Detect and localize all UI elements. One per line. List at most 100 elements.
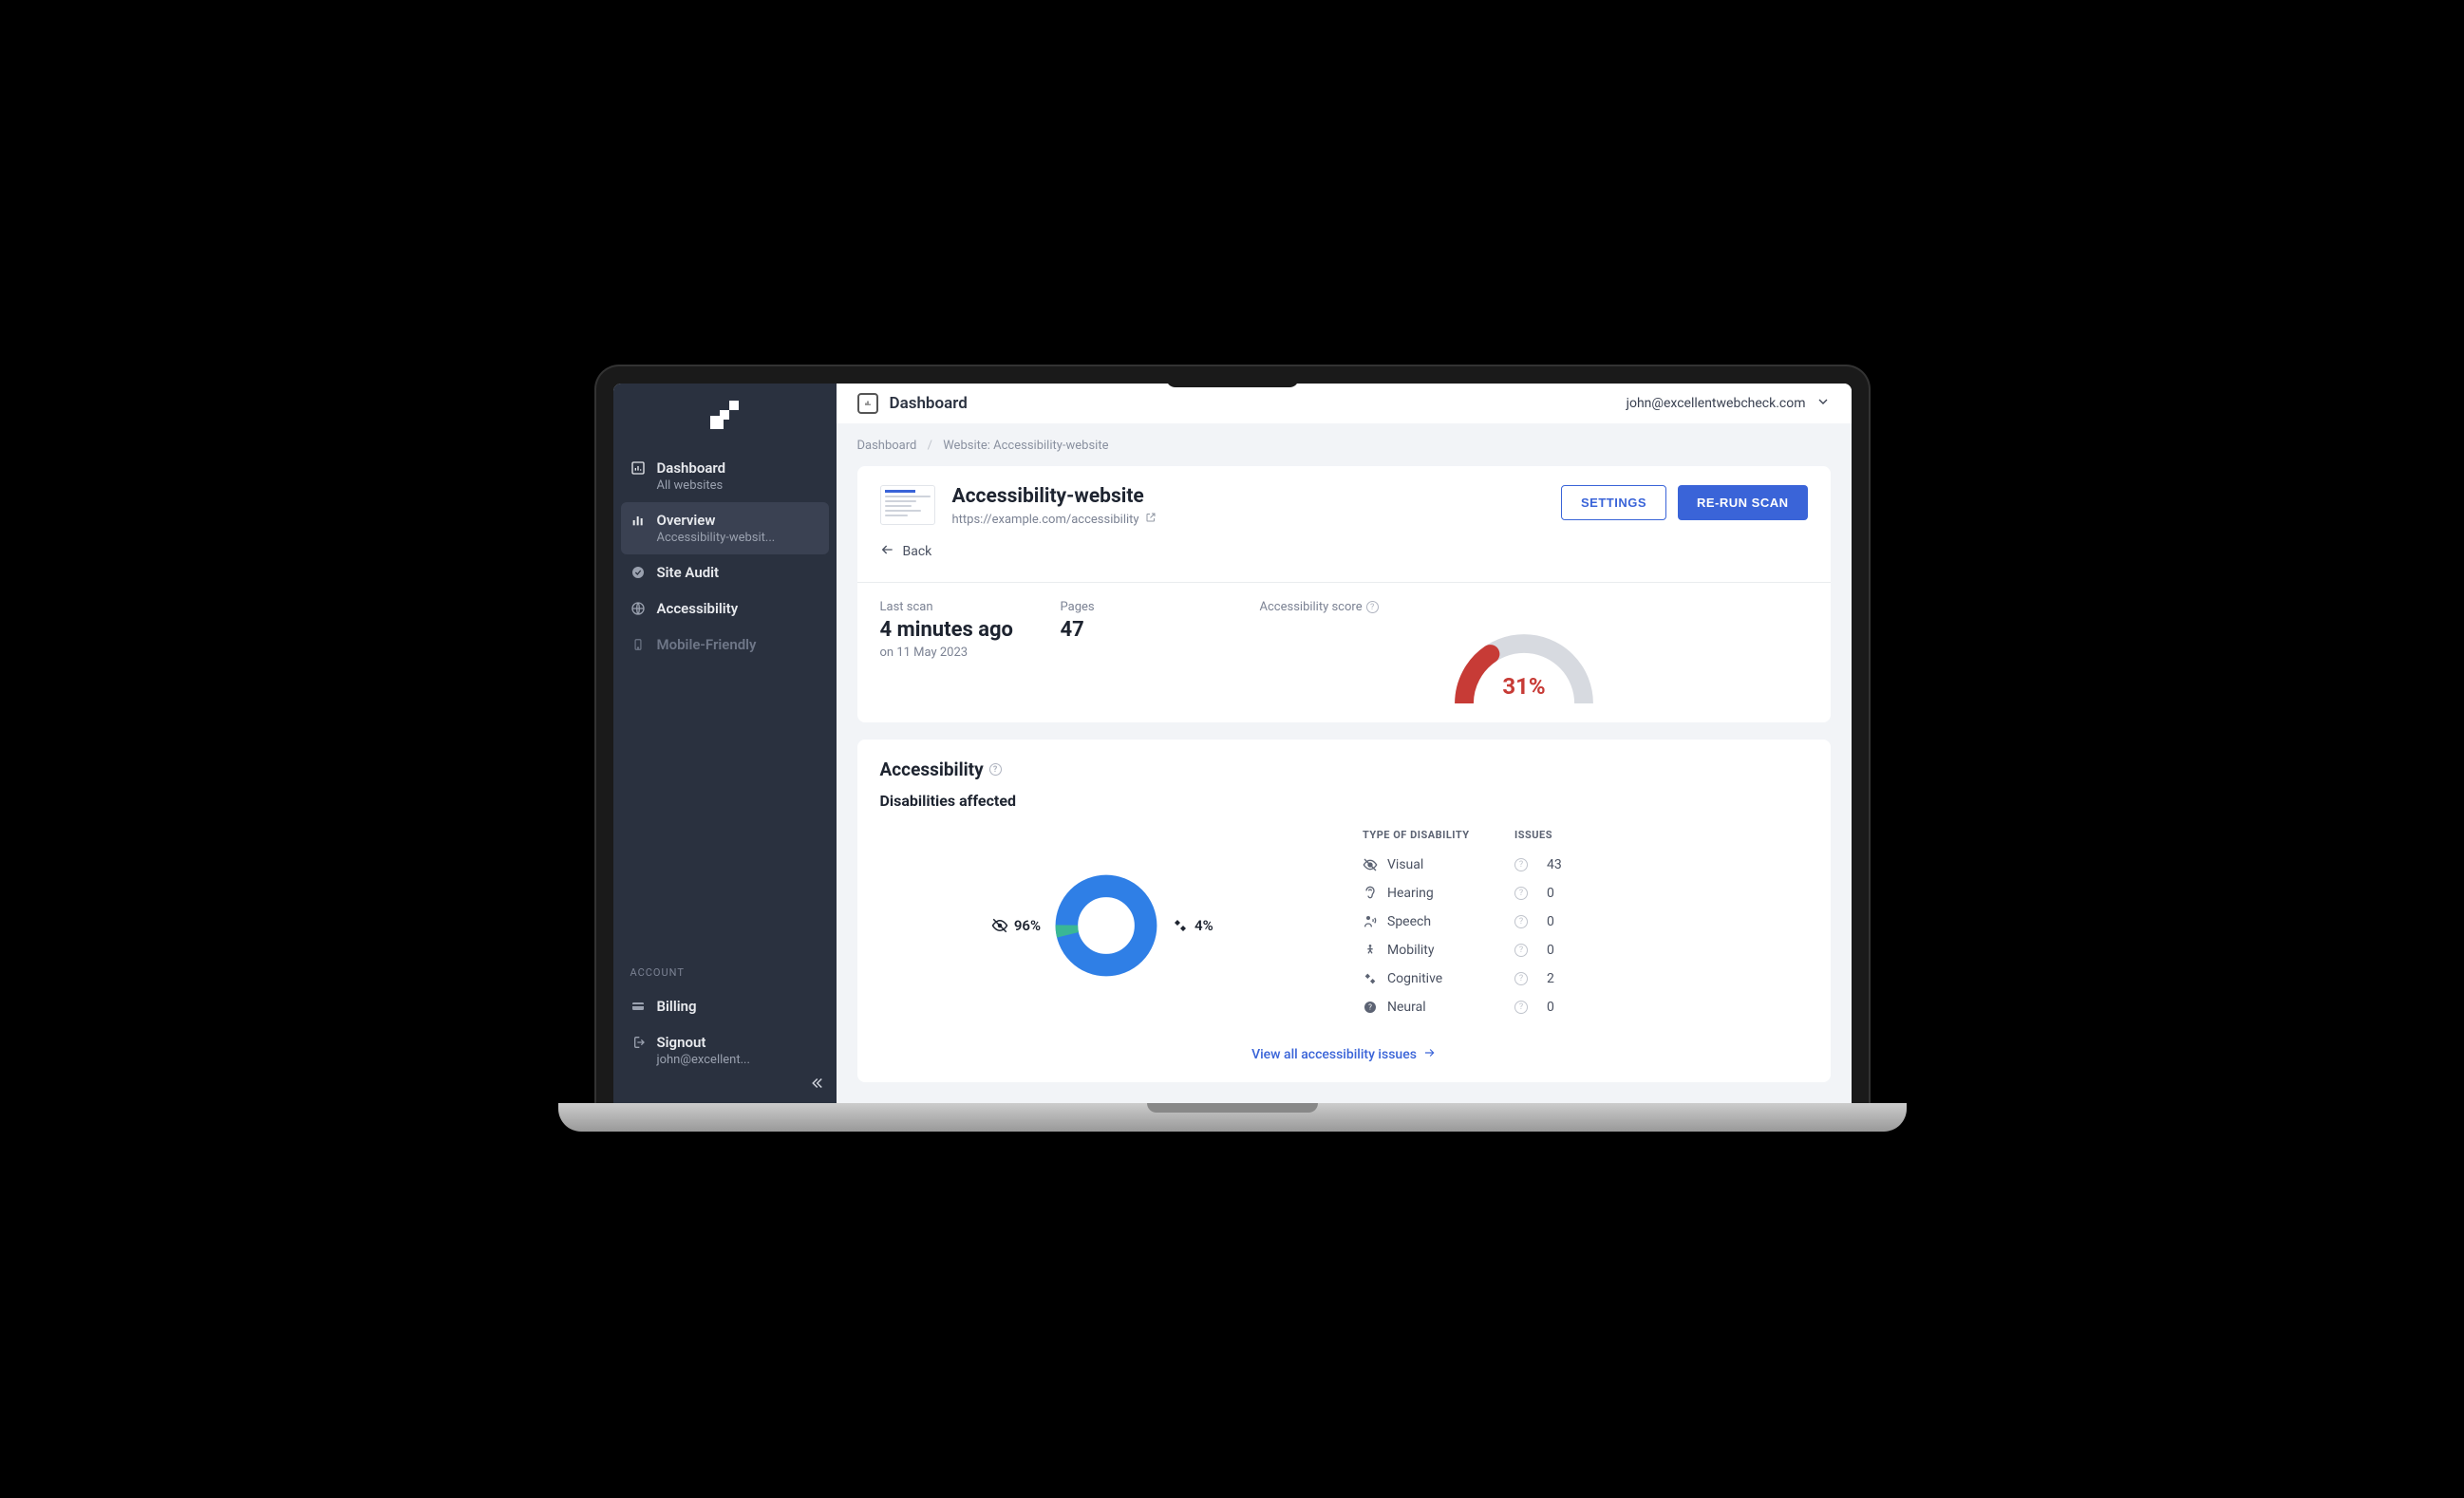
disabilities-subtitle: Disabilities affected (880, 792, 1808, 810)
disability-label: Speech (1387, 914, 1431, 929)
visual-icon (991, 917, 1008, 934)
sidebar-sublabel: All websites (657, 478, 819, 493)
dashboard-icon (630, 460, 646, 476)
disability-icon (1363, 857, 1378, 872)
back-link[interactable]: Back (880, 542, 1808, 565)
help-icon[interactable]: ? (1514, 1001, 1528, 1014)
issues-count: 0 (1547, 914, 1613, 929)
disability-icon (1363, 886, 1378, 901)
site-thumbnail (880, 485, 935, 525)
app-logo (613, 384, 837, 450)
last-scan-date: on 11 May 2023 (880, 646, 1023, 660)
score-value: 31% (1439, 673, 1609, 700)
sidebar-item-signout[interactable]: Signout john@excellent... (613, 1024, 837, 1105)
disability-label: Visual (1387, 857, 1423, 872)
help-icon[interactable]: ? (1514, 944, 1528, 957)
sidebar-label: Billing (657, 998, 697, 1015)
main-content: Dashboard john@excellentwebcheck.com Das… (837, 384, 1852, 1105)
external-link-icon[interactable] (1145, 512, 1157, 527)
view-all-issues-link[interactable]: View all accessibility issues (1251, 1046, 1436, 1063)
signout-icon (630, 1035, 646, 1050)
score-label: Accessibility score (1260, 600, 1363, 614)
donut-secondary-label: 4% (1194, 917, 1213, 934)
settings-button[interactable]: SETTINGS (1561, 485, 1666, 520)
table-row: Mobility? 0 (1363, 936, 1808, 964)
last-scan-label: Last scan (880, 600, 1023, 614)
table-row: Speech? 0 (1363, 908, 1808, 936)
user-menu[interactable]: john@excellentwebcheck.com (1627, 394, 1831, 413)
disability-label: Hearing (1387, 886, 1434, 901)
table-row: Cognitive?2 (1363, 964, 1808, 993)
disability-label: Neural (1387, 1000, 1426, 1015)
svg-text:?: ? (1368, 1003, 1372, 1012)
issues-count: 0 (1547, 1000, 1613, 1015)
back-label: Back (903, 544, 932, 559)
site-url[interactable]: https://example.com/accessibility (952, 513, 1139, 527)
help-icon[interactable]: ? (1514, 915, 1528, 928)
collapse-sidebar-button[interactable] (808, 1075, 825, 1095)
table-head-issues: ISSUES (1514, 829, 1581, 841)
last-scan-value: 4 minutes ago (880, 618, 1023, 642)
chart-bar-icon (630, 513, 646, 528)
check-circle-icon (630, 565, 646, 580)
pages-label: Pages (1061, 600, 1203, 614)
topbar: Dashboard john@excellentwebcheck.com (837, 384, 1852, 423)
table-row: ? Neural? 0 (1363, 993, 1808, 1021)
donut-primary-label: 96% (1014, 917, 1041, 934)
credit-card-icon (630, 999, 646, 1014)
sidebar-label: Overview (657, 512, 716, 529)
disability-icon (1363, 914, 1378, 929)
disability-label: Mobility (1387, 943, 1435, 958)
donut-chart (1054, 873, 1158, 978)
disability-icon (1363, 943, 1378, 958)
arrow-right-icon (1422, 1046, 1436, 1063)
help-icon[interactable]: ? (1514, 887, 1528, 900)
breadcrumb: Dashboard / Website: Accessibility-websi… (857, 439, 1831, 453)
sidebar: Dashboard All websites Overview Accessib… (613, 384, 837, 1105)
accessibility-title: Accessibility (880, 758, 984, 780)
site-name: Accessibility-website (952, 485, 1157, 508)
sidebar-sublabel: Accessibility-websit... (657, 531, 819, 545)
sidebar-item-site-audit[interactable]: Site Audit (613, 554, 837, 590)
disability-label: Cognitive (1387, 971, 1442, 986)
sidebar-label: Mobile-Friendly (657, 636, 757, 653)
help-icon[interactable]: ? (989, 763, 1002, 776)
sidebar-label: Dashboard (657, 459, 726, 477)
chevron-down-icon (1815, 394, 1831, 413)
issues-count: 0 (1547, 943, 1613, 958)
help-icon[interactable]: ? (1514, 972, 1528, 985)
breadcrumb-root[interactable]: Dashboard (857, 439, 917, 453)
disability-icon: ? (1363, 1000, 1378, 1015)
table-row: Hearing? 0 (1363, 879, 1808, 908)
dashboard-icon (857, 393, 878, 414)
globe-icon (630, 601, 646, 616)
help-icon[interactable]: ? (1366, 601, 1379, 613)
sidebar-item-overview[interactable]: Overview Accessibility-websit... (621, 502, 829, 554)
site-header-card: Accessibility-website https://example.co… (857, 466, 1831, 722)
accessibility-card: Accessibility ? Disabilities affected 96… (857, 740, 1831, 1082)
issues-count: 0 (1547, 886, 1613, 901)
breadcrumb-separator: / (928, 439, 932, 453)
help-icon[interactable]: ? (1514, 858, 1528, 871)
sidebar-item-mobile-friendly[interactable]: Mobile-Friendly (613, 627, 837, 663)
donut-chart-block: 96% 4% (880, 873, 1326, 978)
cognitive-icon (1172, 917, 1189, 934)
user-email: john@excellentwebcheck.com (1627, 396, 1806, 411)
breadcrumb-current: Website: Accessibility-website (943, 439, 1108, 453)
rerun-scan-button[interactable]: RE-RUN SCAN (1678, 485, 1808, 520)
pages-value: 47 (1061, 618, 1203, 642)
disabilities-table: TYPE OF DISABILITY ISSUES Visual? 43 Heari… (1363, 829, 1808, 1021)
disability-icon (1363, 971, 1378, 986)
arrow-left-icon (880, 542, 895, 561)
mobile-icon (630, 637, 646, 652)
sidebar-item-dashboard[interactable]: Dashboard All websites (613, 450, 837, 502)
accessibility-score-gauge: 31% (1439, 618, 1609, 703)
sidebar-item-accessibility[interactable]: Accessibility (613, 590, 837, 627)
table-head-type: TYPE OF DISABILITY (1363, 829, 1514, 841)
sidebar-item-billing[interactable]: Billing (613, 988, 837, 1024)
sidebar-label: Site Audit (657, 564, 720, 581)
sidebar-sublabel: john@excellent... (657, 1053, 819, 1067)
page-title: Dashboard (890, 394, 968, 413)
account-section-header: ACCOUNT (613, 966, 837, 988)
issues-count: 43 (1547, 857, 1613, 872)
